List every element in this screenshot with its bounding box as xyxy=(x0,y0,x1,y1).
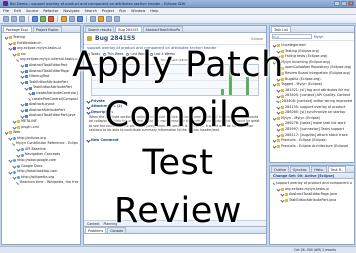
save-icon[interactable] xyxy=(11,16,17,22)
search-icon[interactable] xyxy=(90,16,96,22)
expand-toggle-icon[interactable] xyxy=(24,86,29,91)
print-icon[interactable] xyxy=(19,16,25,22)
overlay-test: Test xyxy=(142,143,214,183)
overlay-compile: Compile xyxy=(104,95,252,135)
expand-toggle-icon[interactable] xyxy=(273,182,275,186)
bug-icon xyxy=(87,36,92,41)
window-title: Bin Demo - support overlay of product an… xyxy=(10,1,186,6)
minimize-button[interactable]: – xyxy=(334,1,340,6)
grid-line xyxy=(92,87,258,89)
task-icon xyxy=(281,133,284,137)
toolbar-divider xyxy=(86,16,87,22)
expand-toggle-icon[interactable] xyxy=(16,181,19,185)
tab-package-explorer[interactable]: Package Expl. xyxy=(3,26,32,32)
new-icon[interactable] xyxy=(3,16,9,22)
bug-product: Eclipse xyxy=(251,36,263,41)
status-bar: Oct 26, 900 (AM) 2 events xyxy=(0,246,356,253)
window-controls: – □ × xyxy=(334,1,354,6)
expand-toggle-icon[interactable] xyxy=(276,133,281,138)
task-list-tabs: Task List xyxy=(270,26,354,33)
expand-toggle-icon[interactable] xyxy=(8,41,13,46)
tab-abstract-task-editor[interactable]: AbstractTaskEditorPa xyxy=(142,26,184,32)
new-java-project-icon[interactable] xyxy=(61,16,67,22)
menu-navigate[interactable]: Navigate xyxy=(63,9,79,13)
run-icon[interactable] xyxy=(40,16,46,22)
menu-refactor[interactable]: Refactor xyxy=(43,9,58,13)
task-icon xyxy=(277,139,280,143)
menu-file[interactable]: File xyxy=(3,9,9,13)
toolbar-divider xyxy=(28,16,29,22)
menu-window[interactable]: Window xyxy=(131,9,145,13)
java-icon xyxy=(29,86,32,90)
maximize-button[interactable]: □ xyxy=(341,1,347,6)
overlay-review: Review xyxy=(114,191,242,231)
eclipse-app-icon xyxy=(3,1,8,6)
expand-toggle-icon[interactable] xyxy=(8,136,13,141)
tab-bug-284155[interactable]: Bug 284155 xyxy=(115,26,142,32)
tab-task-list[interactable]: Task List xyxy=(271,26,291,32)
external-tools-icon[interactable] xyxy=(48,16,54,22)
menu-edit[interactable]: Edit xyxy=(14,9,21,13)
menu-run[interactable]: Run xyxy=(119,9,126,13)
overlay-apply-patch: Apply Patch xyxy=(72,45,284,85)
folder-icon xyxy=(13,41,16,45)
task-icon[interactable] xyxy=(98,16,104,22)
bug-header: Bug 284155 Eclipse xyxy=(84,33,266,45)
tab-search-results[interactable]: Search results xyxy=(85,26,115,32)
web-icon xyxy=(13,136,16,140)
folder-icon xyxy=(9,36,12,40)
expand-toggle-icon[interactable] xyxy=(276,88,281,93)
new-package-icon[interactable] xyxy=(69,16,75,22)
main-toolbar xyxy=(0,15,356,24)
category-label[interactable]: Mylyn xyxy=(314,35,323,39)
close-button[interactable]: × xyxy=(348,1,354,6)
task-icon xyxy=(281,89,284,93)
editor-tabs: Search results Bug 284155 AbstractTaskEd… xyxy=(84,26,266,33)
find-input[interactable] xyxy=(272,34,312,39)
window-titlebar: Bin Demo - support overlay of product an… xyxy=(0,0,356,8)
task-list-filter: Mylyn xyxy=(270,33,354,41)
menu-project[interactable]: Project xyxy=(102,9,114,13)
tree-item[interactable]: Reaction time - Wikipedia, the free en..… xyxy=(5,180,78,186)
task-icon xyxy=(281,187,284,191)
debug-icon[interactable] xyxy=(32,16,38,22)
left-pane-tabs: Package Expl. Project Explor. xyxy=(2,26,80,33)
java-icon xyxy=(32,92,35,96)
tree-item-label: Reaction time - Wikipedia, the free en..… xyxy=(20,180,78,185)
menu-source[interactable]: Source xyxy=(26,9,38,13)
bug-id: Bug 284155 xyxy=(95,35,136,42)
menu-bar: File Edit Source Refactor Navigate Searc… xyxy=(0,8,356,15)
back-icon[interactable] xyxy=(106,16,112,22)
toolbar-divider xyxy=(57,16,58,22)
forward-icon[interactable] xyxy=(114,16,120,22)
expand-toggle-icon[interactable] xyxy=(276,187,281,192)
menu-help[interactable]: Help xyxy=(150,9,158,13)
status-text: Oct 26, 900 (AM) 2 events xyxy=(294,248,336,252)
new-class-icon[interactable] xyxy=(77,16,83,22)
tab-project-explorer[interactable]: Project Explor. xyxy=(32,26,63,32)
menu-search[interactable]: Search xyxy=(85,9,97,13)
